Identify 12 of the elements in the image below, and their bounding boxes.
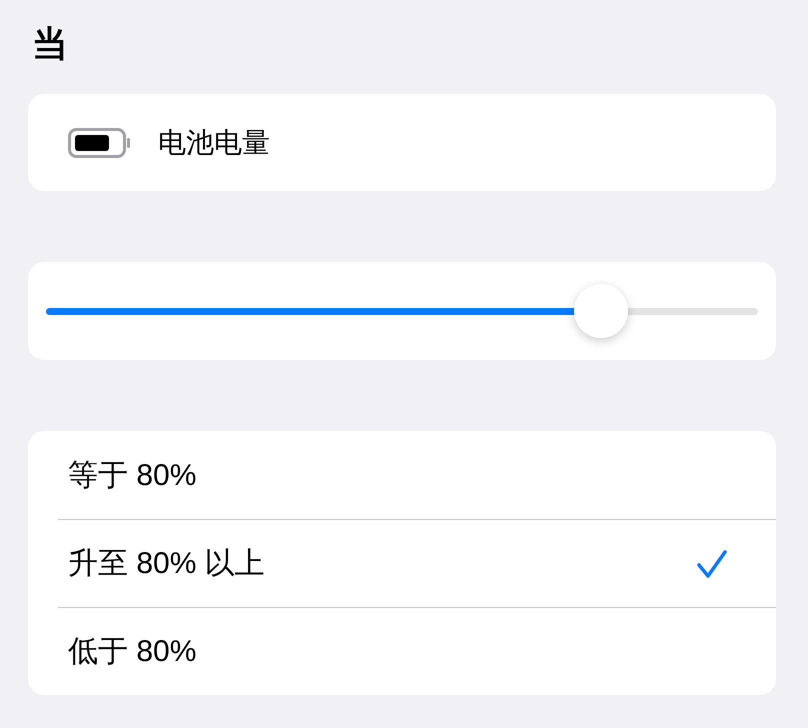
option-label: 低于 80% (68, 634, 198, 670)
option-row[interactable]: 升至 80% 以上 (58, 519, 776, 607)
option-row[interactable]: 等于 80% (58, 431, 776, 519)
section-title: 当 (31, 22, 68, 66)
battery-card[interactable]: 电池电量 (28, 94, 776, 191)
battery-icon (68, 128, 131, 158)
option-row[interactable]: 低于 80% (58, 607, 776, 695)
slider[interactable] (46, 284, 758, 338)
battery-label: 电池电量 (158, 126, 270, 160)
option-label: 等于 80% (68, 458, 198, 494)
option-label: 升至 80% 以上 (68, 546, 266, 582)
slider-thumb[interactable] (574, 284, 628, 338)
